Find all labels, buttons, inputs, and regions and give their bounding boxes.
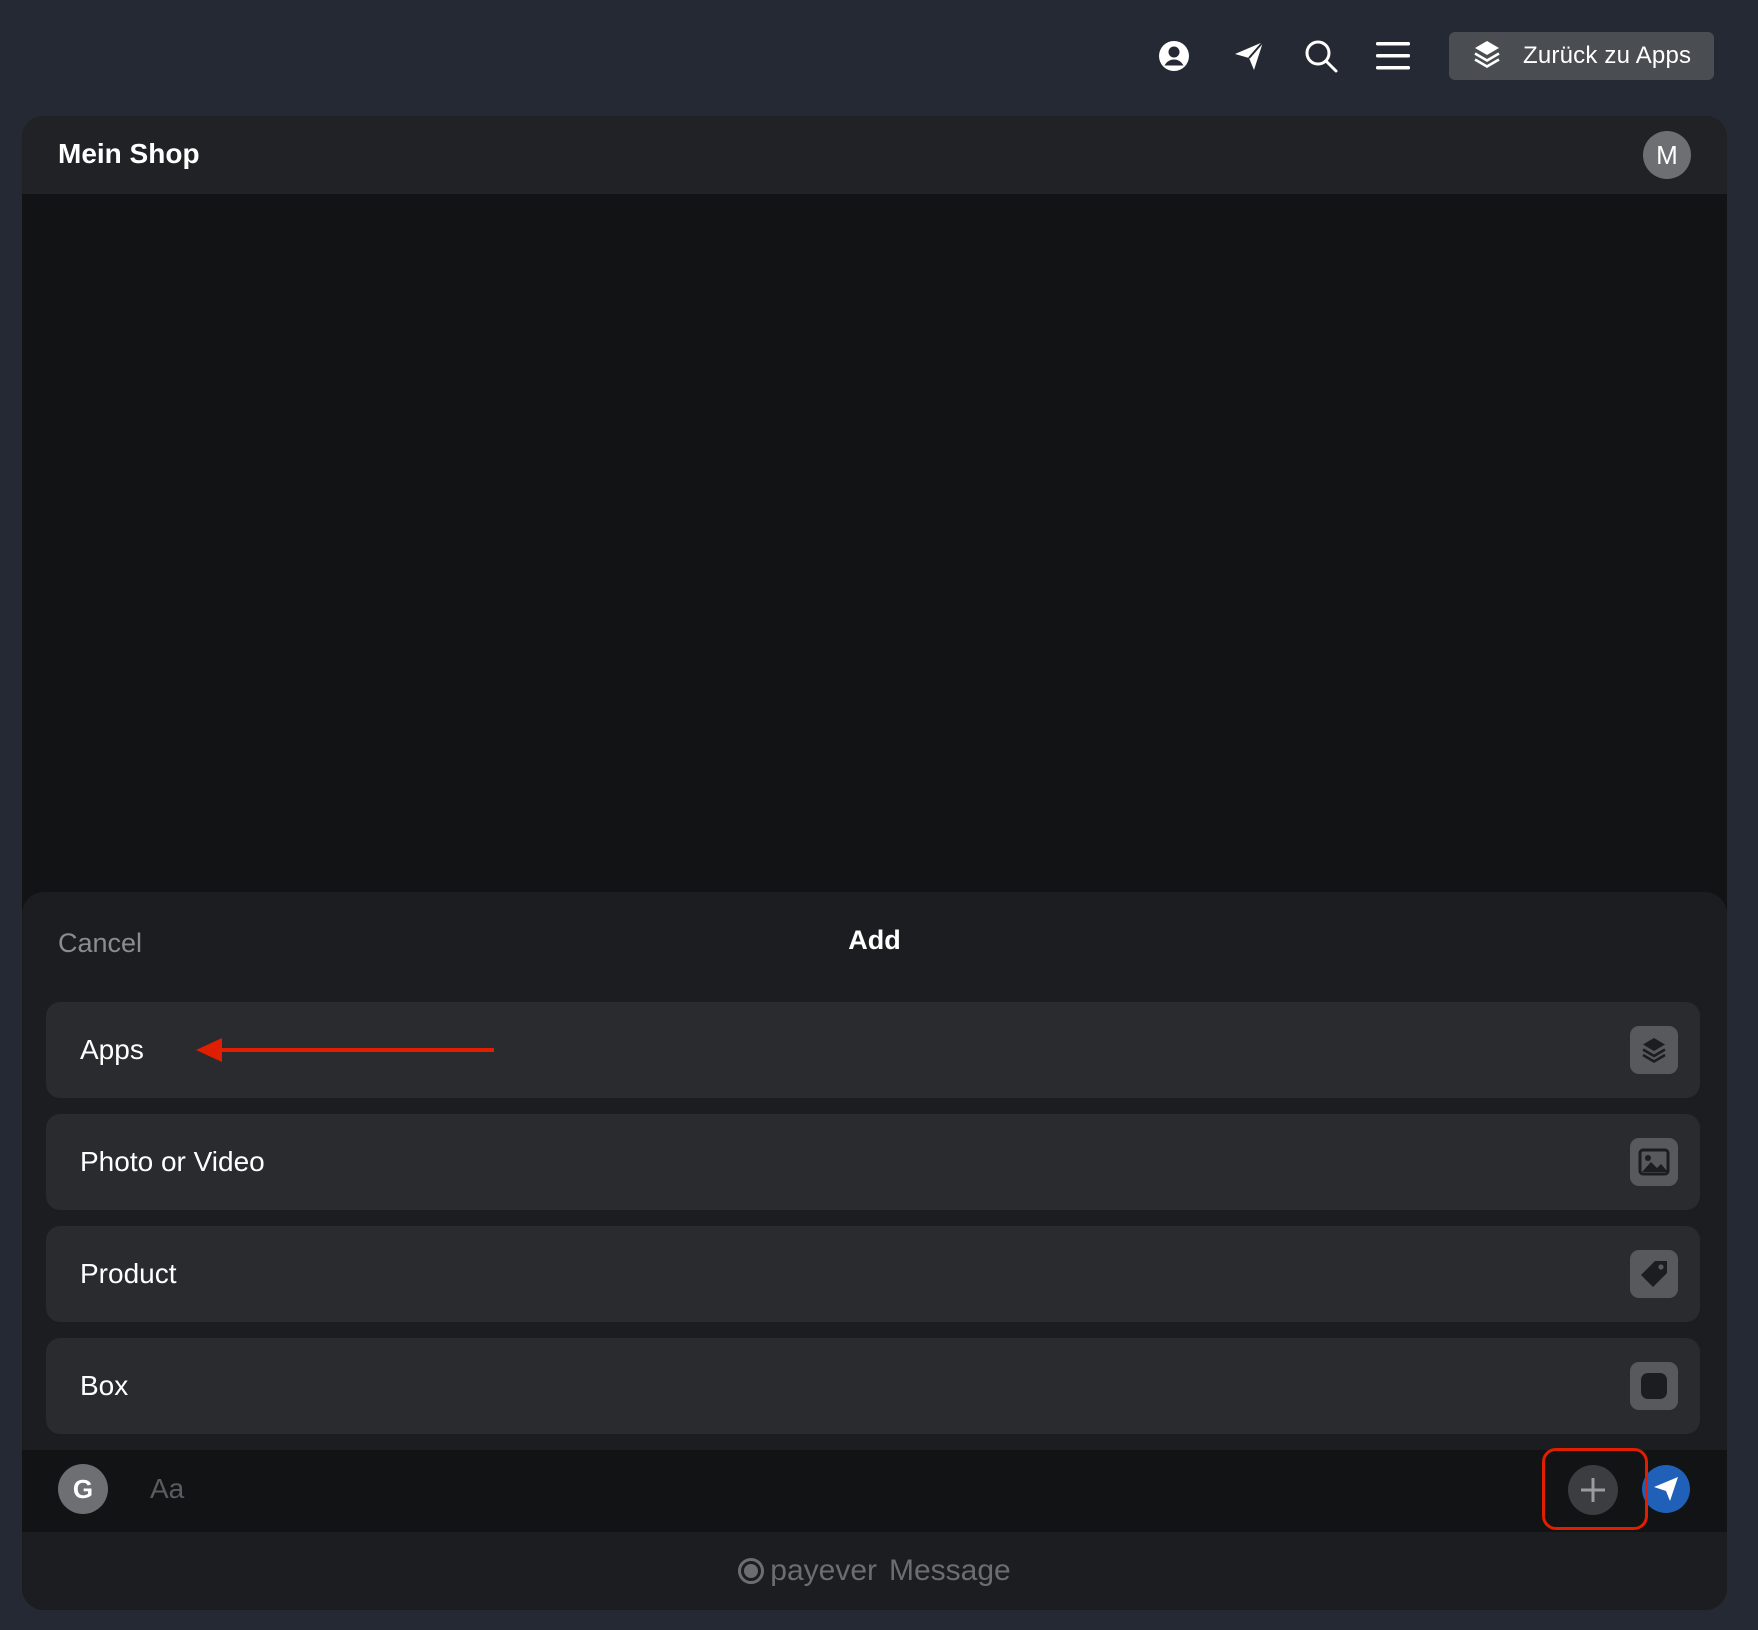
brand-name: payever	[770, 1554, 877, 1587]
tag-icon	[1630, 1250, 1678, 1298]
option-label: Photo or Video	[80, 1146, 265, 1177]
option-box[interactable]: Box	[46, 1338, 1700, 1434]
option-product[interactable]: Product	[46, 1226, 1700, 1322]
send-button[interactable]	[1642, 1465, 1690, 1513]
messenger-panel: Mein Shop M Cancel Add Apps Photo or Vid…	[22, 116, 1727, 1610]
layers-icon	[1473, 39, 1501, 74]
footer-brand: payever Message	[22, 1532, 1727, 1610]
option-photo-or-video[interactable]: Photo or Video	[46, 1114, 1700, 1210]
option-label: Box	[80, 1370, 129, 1401]
option-label: Product	[80, 1258, 177, 1289]
annotation-highlight-box	[1542, 1448, 1648, 1530]
account-icon[interactable]	[1149, 31, 1199, 81]
avatar[interactable]: M	[1643, 131, 1691, 179]
back-to-apps-label: Zurück zu Apps	[1523, 42, 1692, 69]
product-name: Message	[889, 1554, 1011, 1587]
back-to-apps-button[interactable]: Zurück zu Apps	[1449, 32, 1714, 80]
image-icon	[1630, 1138, 1678, 1186]
square-icon	[1630, 1362, 1678, 1410]
top-bar: Zurück zu Apps	[0, 0, 1758, 110]
send-icon[interactable]	[1224, 31, 1274, 81]
payever-logo-icon	[738, 1558, 765, 1584]
menu-icon[interactable]	[1368, 31, 1418, 81]
option-label: Apps	[80, 1034, 144, 1065]
page-title: Mein Shop	[58, 138, 200, 169]
avatar[interactable]: G	[58, 1464, 108, 1514]
add-sheet: Cancel Add Apps Photo or Video Product B…	[22, 892, 1727, 1452]
sheet-title: Add	[848, 925, 901, 955]
message-composer: G	[22, 1448, 1727, 1532]
message-input[interactable]	[150, 1464, 1150, 1514]
annotation-arrow-icon	[196, 1038, 494, 1062]
search-icon[interactable]	[1296, 31, 1346, 81]
send-icon	[1654, 1477, 1678, 1501]
panel-header: Mein Shop M	[22, 116, 1727, 194]
option-apps[interactable]: Apps	[46, 1002, 1700, 1098]
layers-icon	[1630, 1026, 1678, 1074]
